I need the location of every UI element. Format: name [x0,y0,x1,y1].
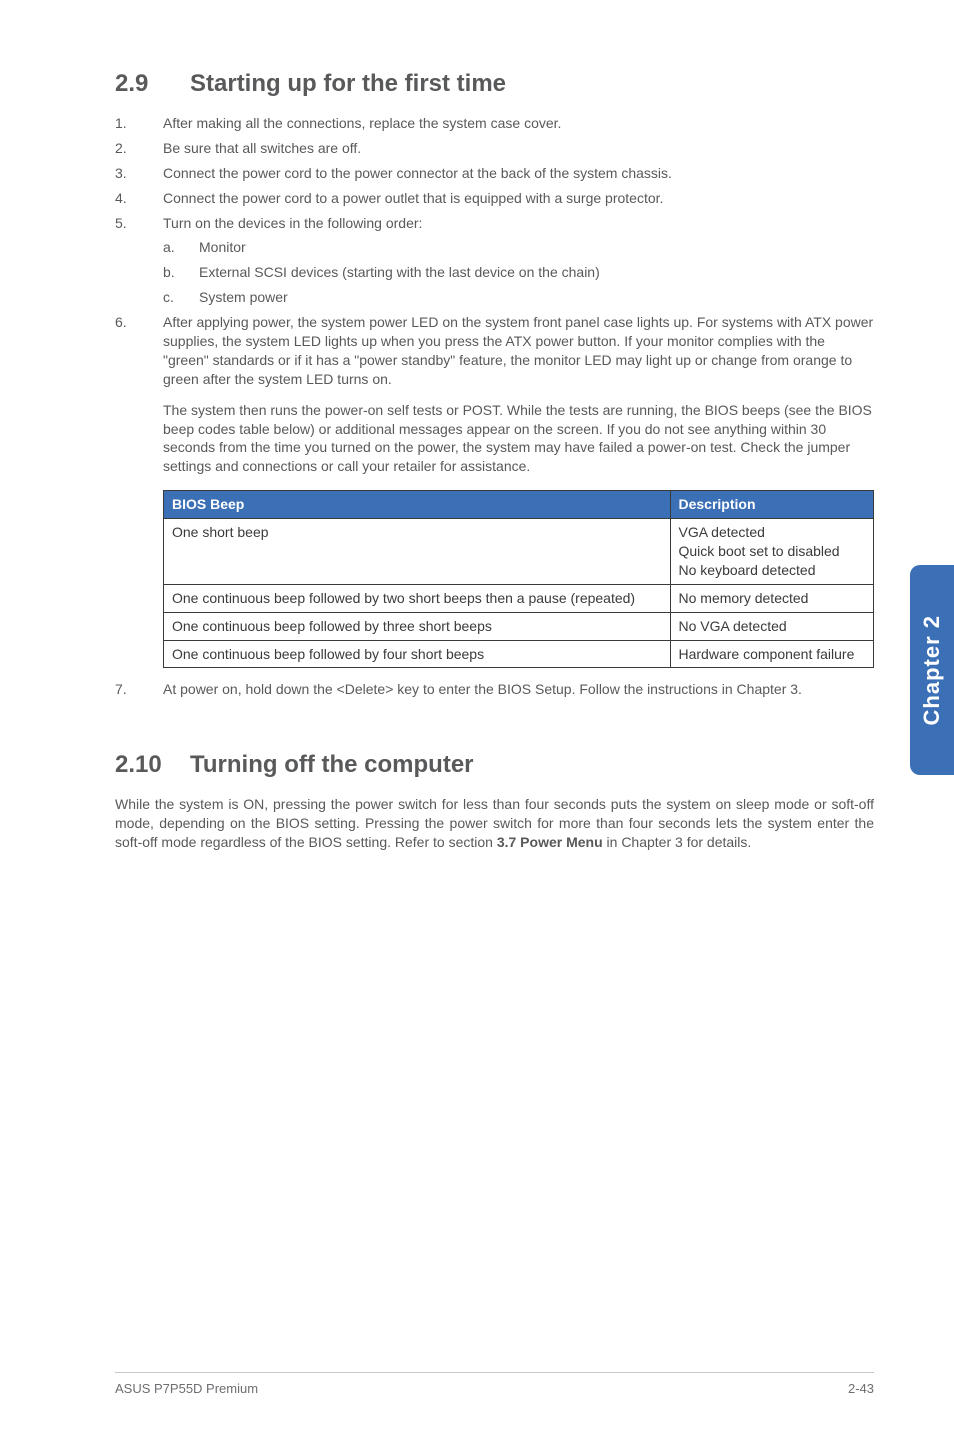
list-item: After applying power, the system power L… [115,313,874,668]
table-cell-beep: One short beep [164,519,671,585]
section-210-body-bold: 3.7 Power Menu [497,834,603,850]
bios-beep-table: BIOS Beep Description One short beep VGA… [163,490,874,668]
table-cell-desc: No memory detected [670,584,874,612]
section-210-title: Turning off the computer [190,751,474,778]
list-item-text: Turn on the devices in the following ord… [163,215,422,231]
list-item-text: After applying power, the system power L… [163,314,873,387]
list-item: At power on, hold down the <Delete> key … [115,680,874,699]
section-210-body: While the system is ON, pressing the pow… [115,795,874,852]
list-item: After making all the connections, replac… [115,114,874,133]
sub-list-item: b. External SCSI devices (starting with t… [163,263,874,282]
section-29-list: After making all the connections, replac… [115,114,874,699]
table-header: BIOS Beep [164,491,671,519]
sub-list-item: a. Monitor [163,238,874,257]
sub-list-item: c. System power [163,288,874,307]
section-29-number: 2.9 [115,70,190,98]
page-footer: ASUS P7P55D Premium 2-43 [115,1372,874,1396]
table-row: One continuous beep followed by two shor… [164,584,874,612]
table-cell-beep: One continuous beep followed by four sho… [164,640,671,668]
table-header: Description [670,491,874,519]
list-item-text: Connect the power cord to the power conn… [163,165,672,181]
section-210: 2.10Turning off the computer While the s… [115,751,874,852]
table-row: One continuous beep followed by four sho… [164,640,874,668]
section-29-title: Starting up for the first time [190,70,506,97]
sub-letter: a. [163,238,175,257]
footer-right: 2-43 [848,1381,874,1396]
list-item: Connect the power cord to the power conn… [115,164,874,183]
list-item-text: At power on, hold down the <Delete> key … [163,681,802,697]
table-cell-desc: VGA detected Quick boot set to disabled … [670,519,874,585]
footer-left: ASUS P7P55D Premium [115,1381,258,1396]
sub-list: a. Monitor b. External SCSI devices (start… [163,238,874,307]
table-cell-beep: One continuous beep followed by three sh… [164,612,671,640]
table-row: One short beep VGA detected Quick boot s… [164,519,874,585]
chapter-side-tab-label: Chapter 2 [919,615,945,725]
sub-text: System power [199,289,288,305]
section-29-heading: 2.9Starting up for the first time [115,70,874,98]
section-210-number: 2.10 [115,751,190,779]
list-item-text: After making all the connections, replac… [163,115,561,131]
list-item: Connect the power cord to a power outlet… [115,189,874,208]
list-item: Be sure that all switches are off. [115,139,874,158]
section-210-body-pre: While the system is ON, pressing the pow… [115,796,874,850]
sub-letter: b. [163,263,175,282]
list-item-para2: The system then runs the power-on self t… [163,401,874,477]
table-cell-desc: Hardware component failure [670,640,874,668]
section-210-heading: 2.10Turning off the computer [115,751,874,779]
sub-text: Monitor [199,239,246,255]
section-210-body-post: in Chapter 3 for details. [603,834,752,850]
table-cell-beep: One continuous beep followed by two shor… [164,584,671,612]
chapter-side-tab: Chapter 2 [910,565,954,775]
sub-letter: c. [163,288,174,307]
list-item-text: Be sure that all switches are off. [163,140,361,156]
list-item-text: Connect the power cord to a power outlet… [163,190,663,206]
table-row: One continuous beep followed by three sh… [164,612,874,640]
table-cell-desc: No VGA detected [670,612,874,640]
sub-text: External SCSI devices (starting with the… [199,264,600,280]
page-content: 2.9Starting up for the first time After … [0,0,954,852]
list-item: Turn on the devices in the following ord… [115,214,874,308]
